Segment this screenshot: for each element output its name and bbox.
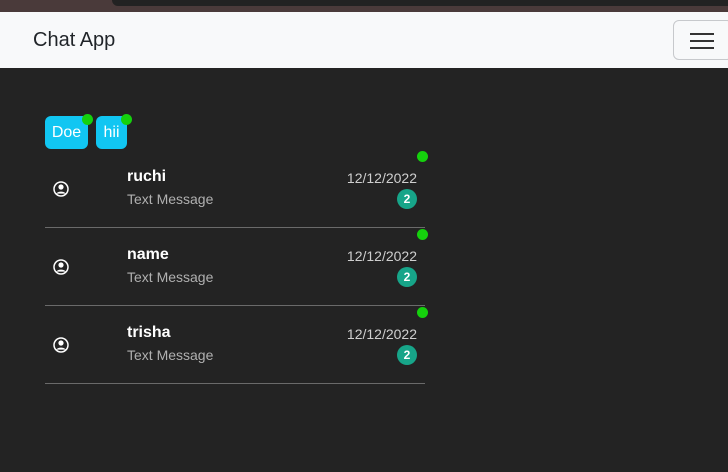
chat-contact-name: trisha [127,324,171,341]
chat-list-item[interactable]: trisha Text Message 12/12/2022 2 [45,306,428,384]
chat-last-message: Text Message [127,347,214,363]
unread-count-badge: 2 [397,267,417,287]
online-indicator [417,307,428,318]
chat-date: 12/12/2022 [346,248,417,264]
navbar-brand[interactable]: Chat App [33,29,115,52]
browser-top-strip [0,0,728,12]
online-indicator [121,114,132,125]
active-chip-label: Doe [51,124,82,141]
user-circle-icon [53,337,69,353]
online-indicator [82,114,93,125]
chat-last-message: Text Message [127,269,214,285]
active-chip-hii[interactable]: hii [96,114,132,149]
online-indicator [417,151,428,162]
chat-main: Doe hii ruchi Text Message 12/12/2022 2 [0,68,728,472]
chat-contact-name: ruchi [127,168,167,185]
chat-list-item[interactable]: ruchi Text Message 12/12/2022 2 [45,150,428,228]
navbar-toggle-button[interactable] [673,20,728,60]
user-circle-icon [53,181,69,197]
unread-count-badge: 2 [397,189,417,209]
active-chip-doe[interactable]: Doe [45,114,93,149]
user-circle-icon [53,259,69,275]
online-indicator [417,229,428,240]
chat-date: 12/12/2022 [346,326,417,342]
browser-top-strip-inner [112,0,728,6]
chat-date: 12/12/2022 [346,170,417,186]
chat-contact-name: name [127,246,169,263]
chat-list-item[interactable]: name Text Message 12/12/2022 2 [45,228,428,306]
navbar: Chat App [0,12,728,68]
unread-count-badge: 2 [397,345,417,365]
chat-last-message: Text Message [127,191,214,207]
active-chip-label: hii [103,124,120,141]
